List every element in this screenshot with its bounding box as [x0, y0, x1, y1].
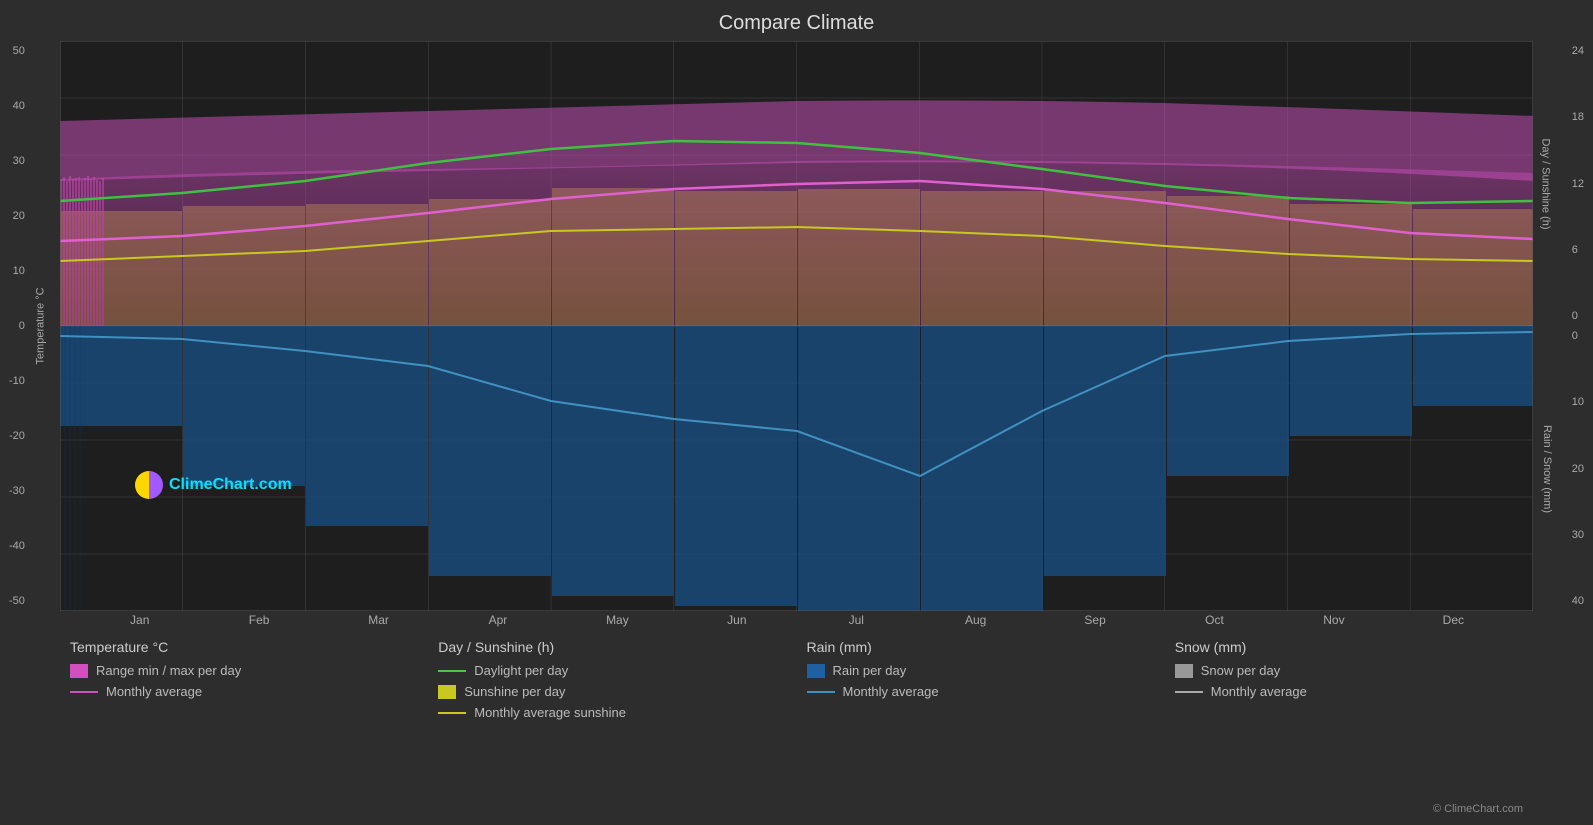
y-left-30: 30 — [13, 155, 25, 167]
y-right-r30: 30 — [1572, 529, 1584, 541]
y-left-20: 20 — [13, 210, 25, 222]
legend-area: Temperature °C Range min / max per day M… — [60, 639, 1533, 720]
y-right-r0: 0 — [1572, 330, 1578, 342]
legend-col-sunshine: Day / Sunshine (h) Daylight per day Suns… — [428, 639, 796, 720]
legend-row-temp-avg: Monthly average — [70, 684, 418, 699]
legend-swatch-sunshine-avg — [438, 712, 466, 714]
legend-title-rain: Rain (mm) — [807, 639, 1155, 655]
logo-circle-bottomleft — [135, 471, 163, 499]
legend-swatch-rain-avg — [807, 691, 835, 693]
x-label-dec: Dec — [1394, 613, 1513, 627]
legend-label-temp-range: Range min / max per day — [96, 663, 241, 678]
x-label-jun: Jun — [677, 613, 796, 627]
legend-label-sunshine-bar: Sunshine per day — [464, 684, 565, 699]
x-label-sep: Sep — [1035, 613, 1154, 627]
x-label-may: May — [558, 613, 677, 627]
legend-label-daylight: Daylight per day — [474, 663, 568, 678]
x-label-mar: Mar — [319, 613, 438, 627]
y-axis-right-rain-label: Rain / Snow (mm) — [1541, 425, 1553, 513]
y-right-0: 0 — [1572, 310, 1578, 322]
y-right-r40: 40 — [1572, 595, 1584, 607]
legend-label-rain-avg: Monthly average — [843, 684, 939, 699]
legend-label-sunshine-avg: Monthly average sunshine — [474, 705, 626, 720]
logo-bottomleft: ClimeChart.com — [135, 471, 292, 499]
y-axis-left-label: Temperature °C — [35, 287, 47, 364]
legend-col-temperature: Temperature °C Range min / max per day M… — [60, 639, 428, 720]
legend-label-rain-bar: Rain per day — [833, 663, 907, 678]
y-right-r20: 20 — [1572, 463, 1584, 475]
y-right-12: 12 — [1572, 178, 1584, 190]
page-title: Compare Climate — [0, 0, 1593, 39]
y-right-6: 6 — [1572, 244, 1578, 256]
x-axis-labels: Jan Feb Mar Apr May Jun Jul Aug Sep Oct … — [60, 613, 1533, 627]
y-left-10: 10 — [13, 265, 25, 277]
legend-title-temperature: Temperature °C — [70, 639, 418, 655]
legend-title-sunshine: Day / Sunshine (h) — [438, 639, 786, 655]
x-label-jul: Jul — [797, 613, 916, 627]
rain-bars — [60, 326, 1533, 611]
legend-label-temp-avg: Monthly average — [106, 684, 202, 699]
y-left-50: 50 — [13, 45, 25, 57]
y-axis-right-sun-label: Day / Sunshine (h) — [1539, 138, 1551, 229]
x-label-jan: Jan — [80, 613, 199, 627]
y-right-24: 24 — [1572, 45, 1584, 57]
page-wrapper: Compare Climate Macau Macau ClimeChart.c… — [0, 0, 1593, 825]
y-left-40: 40 — [13, 100, 25, 112]
legend-row-sunshine-avg: Monthly average sunshine — [438, 705, 786, 720]
x-label-apr: Apr — [438, 613, 557, 627]
legend-row-snow-bar: Snow per day — [1175, 663, 1523, 678]
legend-row-daylight: Daylight per day — [438, 663, 786, 678]
legend-swatch-daylight — [438, 670, 466, 672]
x-label-feb: Feb — [199, 613, 318, 627]
x-label-oct: Oct — [1155, 613, 1274, 627]
legend-row-temp-range: Range min / max per day — [70, 663, 418, 678]
main-chart — [60, 41, 1533, 611]
legend-row-snow-avg: Monthly average — [1175, 684, 1523, 699]
legend-row-rain-bar: Rain per day — [807, 663, 1155, 678]
x-label-aug: Aug — [916, 613, 1035, 627]
logo-text-bottomleft: ClimeChart.com — [169, 476, 292, 494]
y-left-m10: -10 — [9, 375, 25, 387]
copyright: © ClimeChart.com — [1433, 803, 1523, 815]
legend-row-rain-avg: Monthly average — [807, 684, 1155, 699]
legend-swatch-rain-bar — [807, 664, 825, 678]
y-left-m20: -20 — [9, 430, 25, 442]
legend-row-sunshine-bar: Sunshine per day — [438, 684, 786, 699]
legend-swatch-sunshine-bar — [438, 685, 456, 699]
legend-col-rain: Rain (mm) Rain per day Monthly average — [797, 639, 1165, 720]
legend-swatch-snow-avg — [1175, 691, 1203, 693]
legend-label-snow-bar: Snow per day — [1201, 663, 1281, 678]
legend-swatch-snow-bar — [1175, 664, 1193, 678]
legend-swatch-temp-range — [70, 664, 88, 678]
legend-label-snow-avg: Monthly average — [1211, 684, 1307, 699]
legend-swatch-temp-avg — [70, 691, 98, 693]
y-right-18: 18 — [1572, 111, 1584, 123]
x-label-nov: Nov — [1274, 613, 1393, 627]
legend-col-snow: Snow (mm) Snow per day Monthly average — [1165, 639, 1533, 720]
y-right-r10: 10 — [1572, 396, 1584, 408]
y-left-m40: -40 — [9, 540, 25, 552]
y-left-m50: -50 — [9, 595, 25, 607]
legend-title-snow: Snow (mm) — [1175, 639, 1523, 655]
y-left-m30: -30 — [9, 485, 25, 497]
y-left-0: 0 — [19, 320, 25, 332]
